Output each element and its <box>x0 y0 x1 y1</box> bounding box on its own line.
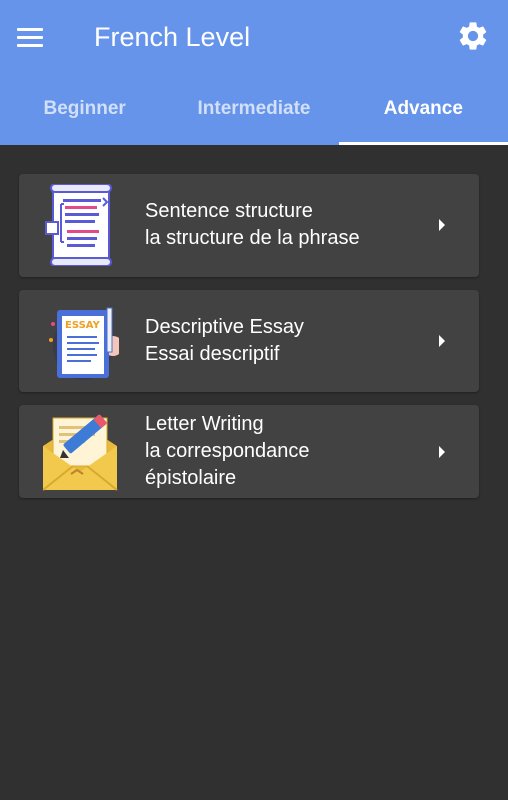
menu-icon-bar <box>17 44 43 47</box>
tab-indicator <box>338 142 508 145</box>
essay-clipboard-icon: ESSAY <box>43 300 123 382</box>
letter-envelope-icon <box>42 410 119 492</box>
app-bar: French Level Beginner Intermediate Advan… <box>0 0 508 145</box>
app-title: French Level <box>94 22 251 52</box>
chevron-right-icon <box>439 335 445 347</box>
lesson-text: Sentence structure la structure de la ph… <box>145 198 360 252</box>
tab-beginner[interactable]: Beginner <box>0 88 169 145</box>
lesson-subtitle-line2: épistolaire <box>145 467 237 489</box>
level-tabs: Beginner Intermediate Advance <box>0 88 508 145</box>
lesson-title: Letter Writing <box>145 413 264 435</box>
document-scroll-icon <box>43 183 119 267</box>
tab-intermediate[interactable]: Intermediate <box>169 88 338 145</box>
tab-label: Intermediate <box>197 98 311 119</box>
tab-advance[interactable]: Advance <box>338 88 508 145</box>
settings-button[interactable] <box>456 19 490 53</box>
lesson-text: Letter Writing la correspondance épistol… <box>145 411 310 492</box>
lesson-list: Sentence structure la structure de la ph… <box>19 174 479 498</box>
lesson-subtitle-line1: la correspondance <box>145 440 310 462</box>
menu-button[interactable] <box>14 22 48 52</box>
lesson-card-letter-writing[interactable]: Letter Writing la correspondance épistol… <box>19 405 479 498</box>
tab-label: Beginner <box>43 98 126 119</box>
chevron-right-icon <box>439 446 445 458</box>
essay-icon-label: ESSAY <box>65 320 101 331</box>
lesson-subtitle: Essai descriptif <box>145 343 280 365</box>
lesson-title: Descriptive Essay <box>145 316 304 338</box>
lesson-text: Descriptive Essay Essai descriptif <box>145 314 304 368</box>
lesson-title: Sentence structure <box>145 200 313 222</box>
chevron-right-icon <box>439 219 445 231</box>
gear-icon <box>459 22 487 50</box>
lesson-card-sentence-structure[interactable]: Sentence structure la structure de la ph… <box>19 174 479 277</box>
tab-label: Advance <box>383 98 463 119</box>
menu-icon-bar <box>17 36 43 39</box>
lesson-card-descriptive-essay[interactable]: ESSAY Descriptive Essay Essai descriptif <box>19 290 479 392</box>
menu-icon-bar <box>17 28 43 31</box>
lesson-subtitle: la structure de la phrase <box>145 227 360 249</box>
